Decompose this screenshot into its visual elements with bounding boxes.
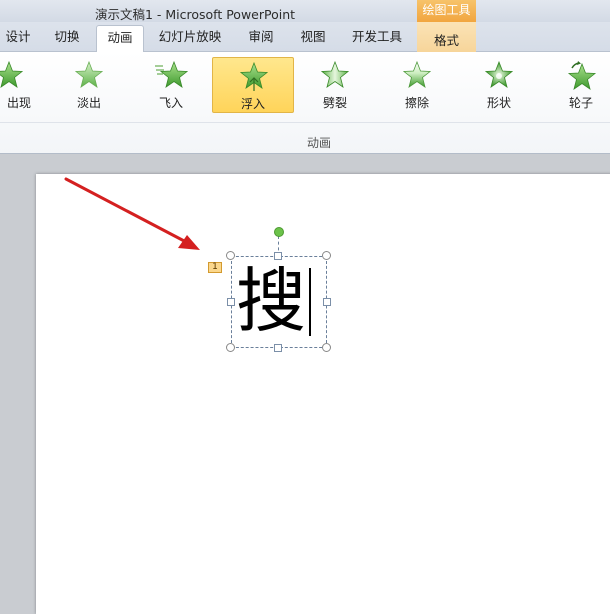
text-cursor <box>309 268 311 336</box>
animation-order-badge[interactable]: 1 <box>208 262 222 273</box>
resize-handle-top-right[interactable] <box>322 251 331 260</box>
resize-handle-top[interactable] <box>274 252 282 260</box>
resize-handle-bottom-right[interactable] <box>322 343 331 352</box>
resize-handle-left[interactable] <box>227 298 235 306</box>
rotation-handle[interactable] <box>274 227 284 237</box>
resize-handle-top-left[interactable] <box>226 251 235 260</box>
resize-handle-right[interactable] <box>323 298 331 306</box>
text-box-content[interactable]: 搜 <box>236 262 316 340</box>
resize-handle-bottom-left[interactable] <box>226 343 235 352</box>
resize-handle-bottom[interactable] <box>274 344 282 352</box>
